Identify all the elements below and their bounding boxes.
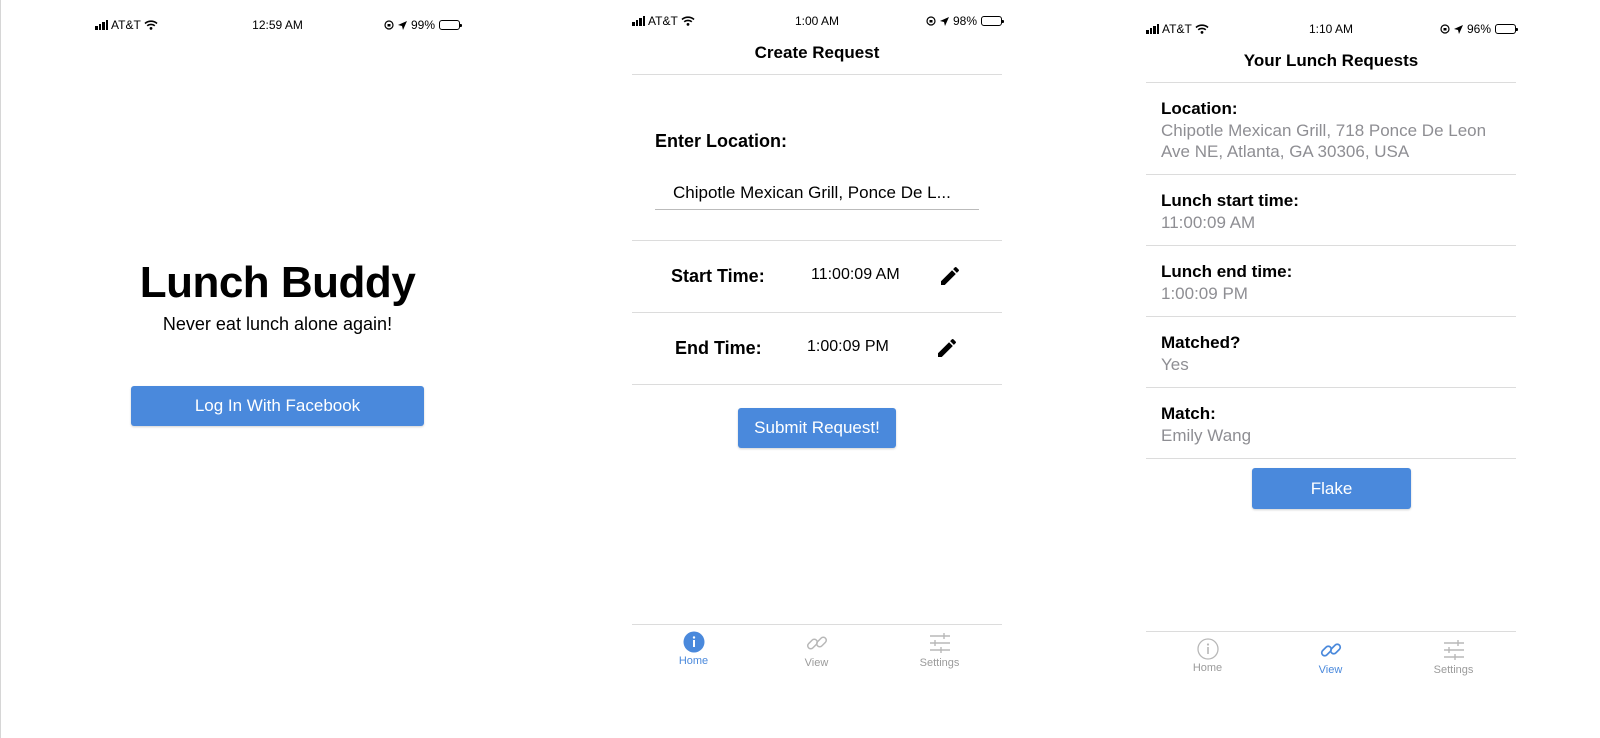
section-divider bbox=[632, 312, 1002, 313]
info-circle-icon bbox=[683, 631, 704, 653]
battery-percent: 98% bbox=[952, 14, 977, 28]
tab-label: View bbox=[1318, 664, 1343, 676]
tab-home[interactable]: Home bbox=[632, 625, 755, 681]
tab-label: Settings bbox=[1433, 664, 1474, 676]
orientation-lock-icon bbox=[384, 20, 394, 30]
tab-label: Home bbox=[678, 655, 709, 667]
end-time-label: End Time: bbox=[675, 338, 762, 358]
location-field-label: Location: bbox=[1161, 99, 1238, 118]
status-bar: AT&T 1:00 AM 98% bbox=[632, 14, 1004, 32]
page-title: Create Request bbox=[754, 43, 880, 62]
location-field-value: Chipotle Mexican Grill, 718 Ponce De Leo… bbox=[1161, 121, 1487, 161]
matched-field-value: Yes bbox=[1161, 355, 1189, 374]
end-time-field-value: 1:00:09 PM bbox=[1161, 284, 1248, 303]
submit-request-button[interactable]: Submit Request! bbox=[738, 408, 896, 448]
link-icon bbox=[1320, 643, 1341, 657]
status-bar: AT&T 12:59 AM 99% bbox=[95, 18, 462, 36]
battery-icon bbox=[1495, 24, 1518, 34]
header-divider bbox=[632, 74, 1002, 75]
battery-percent: 96% bbox=[1466, 22, 1491, 36]
sliders-icon bbox=[1443, 640, 1464, 660]
field-divider bbox=[1146, 174, 1516, 175]
app-tagline: Never eat lunch alone again! bbox=[162, 314, 393, 334]
info-circle-icon bbox=[1196, 638, 1219, 660]
tab-bar: Home View Settings bbox=[1146, 632, 1516, 692]
start-time-field-value: 11:00:09 AM bbox=[1161, 213, 1256, 232]
lunch-requests-screen: AT&T 1:10 AM 96% Your Lunch Requests Loc… bbox=[1146, 0, 1518, 738]
tab-label: Settings bbox=[919, 657, 960, 669]
tab-view[interactable]: View bbox=[755, 625, 878, 681]
field-divider bbox=[1146, 245, 1516, 246]
create-request-screen: AT&T 1:00 AM 98% Create Request Enter Lo… bbox=[632, 0, 1004, 738]
tab-settings[interactable]: Settings bbox=[878, 625, 1001, 681]
flake-button[interactable]: Flake bbox=[1252, 468, 1411, 509]
edit-end-time-icon[interactable] bbox=[935, 336, 959, 360]
battery-icon bbox=[981, 16, 1004, 26]
tab-home[interactable]: Home bbox=[1146, 632, 1269, 688]
edit-start-time-icon[interactable] bbox=[938, 264, 962, 288]
location-arrow-icon bbox=[397, 20, 407, 30]
left-border bbox=[0, 0, 1, 738]
tab-label: View bbox=[804, 657, 829, 669]
location-arrow-icon bbox=[1453, 24, 1463, 34]
link-icon bbox=[806, 636, 827, 650]
section-divider bbox=[632, 384, 1002, 385]
matched-field-label: Matched? bbox=[1161, 333, 1241, 352]
location-label: Enter Location: bbox=[655, 131, 788, 151]
match-field-value: Emily Wang bbox=[1161, 426, 1252, 445]
field-divider bbox=[1146, 458, 1516, 459]
orientation-lock-icon bbox=[926, 16, 936, 26]
start-time-label: Start Time: bbox=[671, 266, 765, 286]
login-screen: AT&T 12:59 AM 99% Lunch Buddy Never eat … bbox=[95, 0, 462, 738]
status-bar: AT&T 1:10 AM 96% bbox=[1146, 22, 1518, 40]
app-title: Lunch Buddy bbox=[139, 258, 416, 307]
tab-label: Home bbox=[1192, 662, 1223, 674]
start-time-field-label: Lunch start time: bbox=[1161, 191, 1299, 210]
orientation-lock-icon bbox=[1440, 24, 1450, 34]
facebook-login-button[interactable]: Log In With Facebook bbox=[131, 386, 424, 426]
battery-icon bbox=[439, 20, 462, 30]
battery-percent: 99% bbox=[410, 18, 435, 32]
sliders-icon bbox=[929, 633, 950, 653]
match-field-label: Match: bbox=[1161, 404, 1216, 423]
tab-view[interactable]: View bbox=[1269, 632, 1392, 688]
end-time-value: 1:00:09 PM bbox=[807, 338, 889, 355]
tab-bar: Home View Settings bbox=[632, 625, 1002, 685]
page-title: Your Lunch Requests bbox=[1243, 51, 1419, 70]
field-divider bbox=[1146, 387, 1516, 388]
section-divider bbox=[632, 240, 1002, 241]
header-divider bbox=[1146, 82, 1516, 83]
tab-settings[interactable]: Settings bbox=[1392, 632, 1515, 688]
start-time-value: 11:00:09 AM bbox=[811, 266, 900, 283]
location-arrow-icon bbox=[939, 16, 949, 26]
field-divider bbox=[1146, 316, 1516, 317]
location-input[interactable] bbox=[655, 176, 979, 210]
end-time-field-label: Lunch end time: bbox=[1161, 262, 1293, 281]
